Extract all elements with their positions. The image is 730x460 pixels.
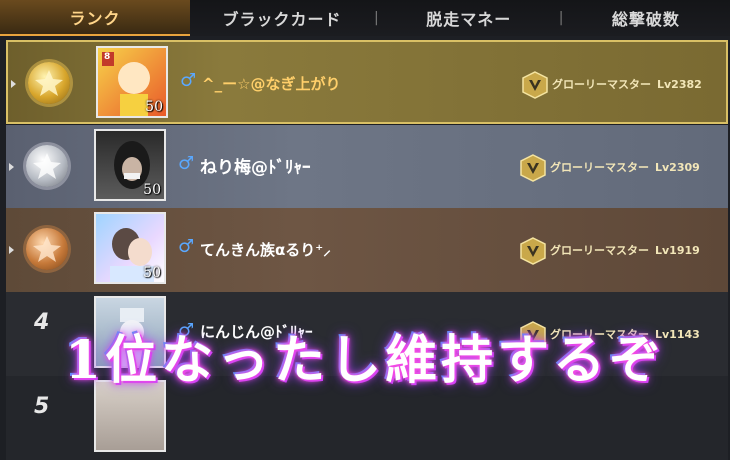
glory-master-emblem-icon (520, 237, 546, 265)
expand-arrow-icon (9, 246, 14, 254)
player-level: 50 (145, 99, 163, 115)
bronze-medal-icon (26, 228, 68, 270)
title-name: グローリーマスター (552, 78, 651, 91)
ranking-tab-bar: ランク ブラックカード | 脱走マネー | 総撃破数 (0, 0, 730, 36)
caption-overlay: 1位なったし維持するぞ (64, 330, 666, 391)
player-level: 50 (143, 182, 161, 198)
tab-black-card-label: ブラックカード (222, 10, 342, 29)
title-name: グローリーマスター (550, 244, 649, 257)
player-name: てんきん族αるり⁺⸝ (200, 241, 331, 259)
avatar[interactable]: 8 50 (96, 46, 168, 118)
player-name: ねり梅@ﾄﾞﾘｬｰ (200, 158, 311, 178)
silver-medal-icon (26, 145, 68, 187)
title-level: Lv1919 (655, 244, 700, 257)
title-name: グローリーマスター (550, 161, 649, 174)
male-icon: ♂ (180, 70, 197, 91)
tab-escape-money[interactable]: 脱走マネー (379, 0, 559, 36)
gold-medal-icon (28, 62, 70, 104)
tab-rank-label: ランク (69, 9, 121, 28)
expand-arrow-icon (11, 80, 16, 88)
player-title: グローリーマスター Lv2309 (550, 159, 700, 175)
ranking-row[interactable]: 50 ♂ ねり梅@ﾄﾞﾘｬｰ グローリーマスター Lv2309 (6, 125, 728, 209)
title-level: Lv2382 (657, 78, 702, 91)
ranking-row[interactable]: 8 50 ♂ ^_ー☆@なぎ上がり グローリーマスター Lv2382 (6, 40, 728, 124)
male-icon: ♂ (178, 236, 195, 257)
player-title: グローリーマスター Lv2382 (552, 76, 702, 92)
player-title: グローリーマスター Lv1919 (550, 242, 700, 258)
tab-black-card[interactable]: ブラックカード (190, 0, 374, 36)
player-name: ^_ー☆@なぎ上がり (202, 75, 341, 93)
player-level: 50 (143, 265, 161, 281)
glory-master-emblem-icon (522, 71, 548, 99)
ranking-row[interactable]: 50 ♂ てんきん族αるり⁺⸝ グローリーマスター Lv1919 (6, 208, 728, 292)
tab-total-kills[interactable]: 総撃破数 (563, 0, 728, 36)
male-icon: ♂ (178, 153, 195, 174)
tab-rank[interactable]: ランク (0, 0, 190, 36)
avatar[interactable]: 50 (94, 129, 166, 201)
title-level: Lv2309 (655, 161, 700, 174)
expand-arrow-icon (9, 163, 14, 171)
tab-total-kills-label: 総撃破数 (611, 10, 680, 29)
avatar[interactable]: 50 (94, 212, 166, 284)
tab-escape-money-label: 脱走マネー (426, 10, 512, 29)
avatar-badge-level: 8 (104, 52, 111, 62)
glory-master-emblem-icon (520, 154, 546, 182)
